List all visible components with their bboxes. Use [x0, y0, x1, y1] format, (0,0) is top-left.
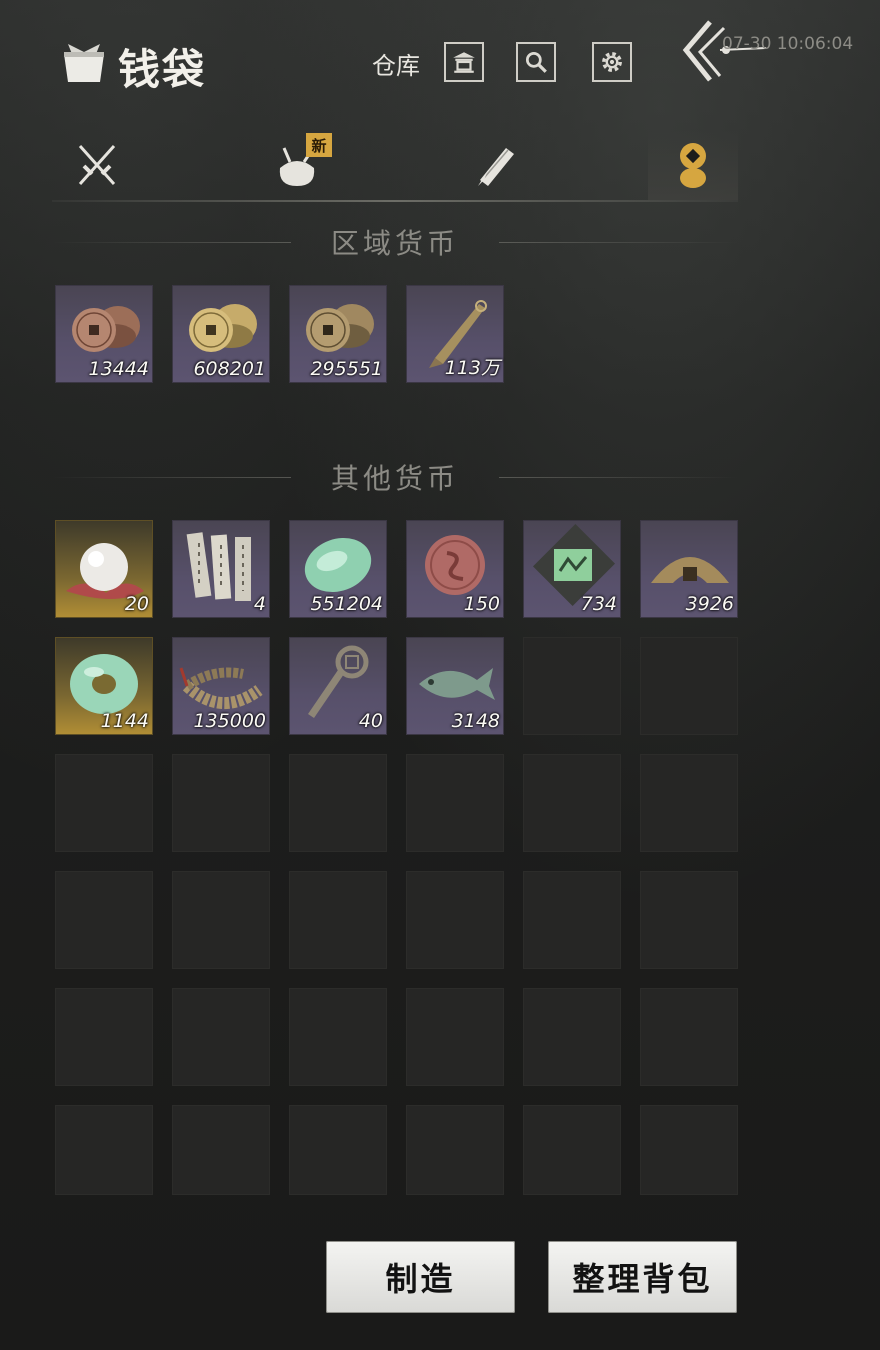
tab-scroll[interactable]	[450, 130, 540, 200]
empty-slot[interactable]	[172, 871, 270, 969]
empty-slot[interactable]	[289, 1105, 387, 1195]
item-quantity: 734	[580, 593, 617, 615]
empty-slot[interactable]	[172, 1105, 270, 1195]
timestamp: 07-30 10:06:04	[722, 34, 854, 54]
header: 钱袋 仓库 07-30 10:06:04	[0, 0, 880, 110]
empty-slot[interactable]	[172, 988, 270, 1086]
tab-weapons[interactable]	[52, 130, 142, 200]
currency-coins-icon	[680, 143, 706, 188]
item-quantity: 20	[124, 593, 149, 615]
item-slot[interactable]: 4	[172, 520, 270, 618]
crossed-swords-icon	[78, 144, 116, 186]
item-quantity: 295551	[310, 358, 383, 380]
storage-label[interactable]: 仓库	[372, 46, 420, 81]
item-slot[interactable]: 20	[55, 520, 153, 618]
category-tabs	[52, 130, 738, 202]
item-quantity: 135000	[193, 710, 266, 732]
empty-slot[interactable]	[55, 754, 153, 852]
item-quantity: 150	[463, 593, 500, 615]
empty-slot[interactable]	[289, 871, 387, 969]
new-badge: 新	[306, 133, 332, 157]
empty-slot[interactable]	[523, 754, 621, 852]
warehouse-icon	[453, 52, 475, 73]
item-quantity: 4	[253, 593, 266, 615]
empty-slot[interactable]	[523, 637, 621, 735]
item-quantity: 551204	[310, 593, 383, 615]
item-slot[interactable]: 3926	[640, 520, 738, 618]
empty-slot[interactable]	[406, 988, 504, 1086]
item-slot[interactable]: 1144	[55, 637, 153, 735]
item-quantity: 13444	[88, 358, 149, 380]
item-quantity: 1144	[100, 710, 149, 732]
search-icon	[525, 51, 547, 73]
item-slot[interactable]: 113万	[406, 285, 504, 383]
tab-currency[interactable]	[648, 130, 738, 200]
empty-slot[interactable]	[523, 1105, 621, 1195]
empty-slot[interactable]	[55, 988, 153, 1086]
sort-bag-button[interactable]: 整理背包	[548, 1241, 737, 1313]
empty-slot[interactable]	[289, 754, 387, 852]
money-bag-icon	[64, 44, 104, 82]
scroll-icon	[478, 148, 514, 186]
empty-slot[interactable]	[406, 754, 504, 852]
item-quantity: 40	[358, 710, 383, 732]
search-button[interactable]	[516, 42, 556, 82]
empty-slot[interactable]	[640, 1105, 738, 1195]
item-slot[interactable]: 13444	[55, 285, 153, 383]
item-slot[interactable]: 608201	[172, 285, 270, 383]
item-slot[interactable]: 734	[523, 520, 621, 618]
empty-slot[interactable]	[406, 1105, 504, 1195]
section-regional-title: 区域货币	[52, 222, 739, 262]
item-slot[interactable]: 3148	[406, 637, 504, 735]
item-slot[interactable]: 40	[289, 637, 387, 735]
settings-button[interactable]	[592, 42, 632, 82]
empty-slot[interactable]	[640, 754, 738, 852]
storage-button[interactable]	[444, 42, 484, 82]
empty-slot[interactable]	[289, 988, 387, 1086]
empty-slot[interactable]	[55, 871, 153, 969]
item-quantity: 113万	[444, 357, 500, 379]
gear-icon	[602, 52, 622, 72]
item-quantity: 3148	[451, 710, 500, 732]
craft-button[interactable]: 制造	[326, 1241, 515, 1313]
empty-slot[interactable]	[523, 988, 621, 1086]
empty-slot[interactable]	[172, 754, 270, 852]
item-slot[interactable]: 295551	[289, 285, 387, 383]
empty-slot[interactable]	[523, 871, 621, 969]
item-quantity: 608201	[193, 358, 266, 380]
empty-slot[interactable]	[406, 871, 504, 969]
item-slot[interactable]: 150	[406, 520, 504, 618]
item-quantity: 3926	[685, 593, 734, 615]
section-other-title: 其他货币	[52, 457, 739, 497]
item-slot[interactable]: 551204	[289, 520, 387, 618]
empty-slot[interactable]	[640, 988, 738, 1086]
item-slot[interactable]: 135000	[172, 637, 270, 735]
empty-slot[interactable]	[640, 637, 738, 735]
page-title: 钱袋	[118, 45, 207, 94]
empty-slot[interactable]	[640, 871, 738, 969]
tab-divider	[52, 200, 738, 202]
empty-slot[interactable]	[55, 1105, 153, 1195]
